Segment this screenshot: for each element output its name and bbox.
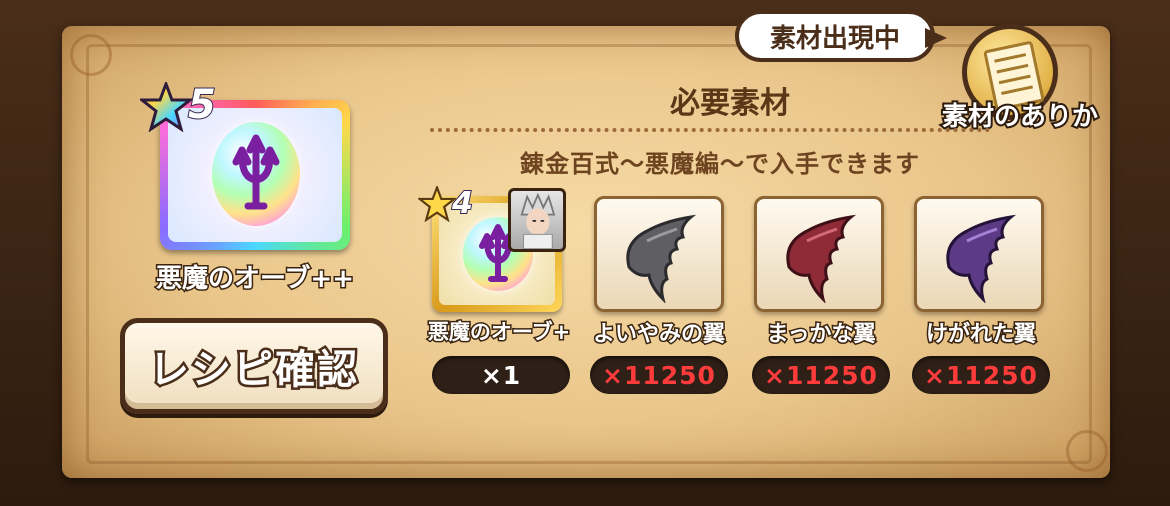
material-rarity: 4	[451, 185, 474, 222]
material-source-text: 錬金百式〜悪魔編〜で入手できます	[520, 150, 920, 178]
rainbow-star-icon	[140, 82, 192, 132]
material-card[interactable]	[594, 196, 724, 312]
material-count: ×11250	[590, 356, 728, 394]
dotted-divider	[430, 128, 990, 132]
character-portrait-icon	[508, 188, 566, 252]
material-card[interactable]	[914, 196, 1044, 312]
crafted-rarity: 5	[187, 81, 217, 129]
required-materials-title: 必要素材	[670, 86, 790, 121]
corner-ornament	[1066, 430, 1108, 472]
material-name: けがれた翼	[924, 321, 1037, 349]
material-appearing-badge: 素材出現中	[735, 10, 935, 62]
badge-pointer	[925, 28, 947, 48]
purple-wing-icon	[946, 214, 1017, 303]
corner-ornament	[70, 34, 112, 76]
material-count: ×11250	[912, 356, 1050, 394]
material-name: よいやみの翼	[591, 321, 726, 349]
material-count: ×11250	[752, 356, 890, 394]
material-card[interactable]	[754, 196, 884, 312]
recipe-check-button[interactable]: レシピ確認	[120, 318, 388, 414]
crafted-item-name: 悪魔のオーブ++	[154, 263, 355, 296]
material-name: 悪魔のオーブ+	[426, 319, 571, 346]
gray-wing-icon	[626, 214, 697, 303]
badge-label: 素材出現中	[769, 23, 900, 54]
gold-star-icon	[418, 186, 456, 222]
material-count: ×1	[432, 356, 570, 394]
red-wing-icon	[786, 214, 857, 303]
game-screen: 5 悪魔のオーブ++ レシピ確認 素材出現中 素材のありか 必要素材 錬金百式〜…	[0, 0, 1170, 506]
devil-orb-icon	[212, 122, 300, 226]
recipe-check-label: レシピ確認	[147, 345, 360, 396]
material-name: まっかな翼	[765, 321, 877, 349]
